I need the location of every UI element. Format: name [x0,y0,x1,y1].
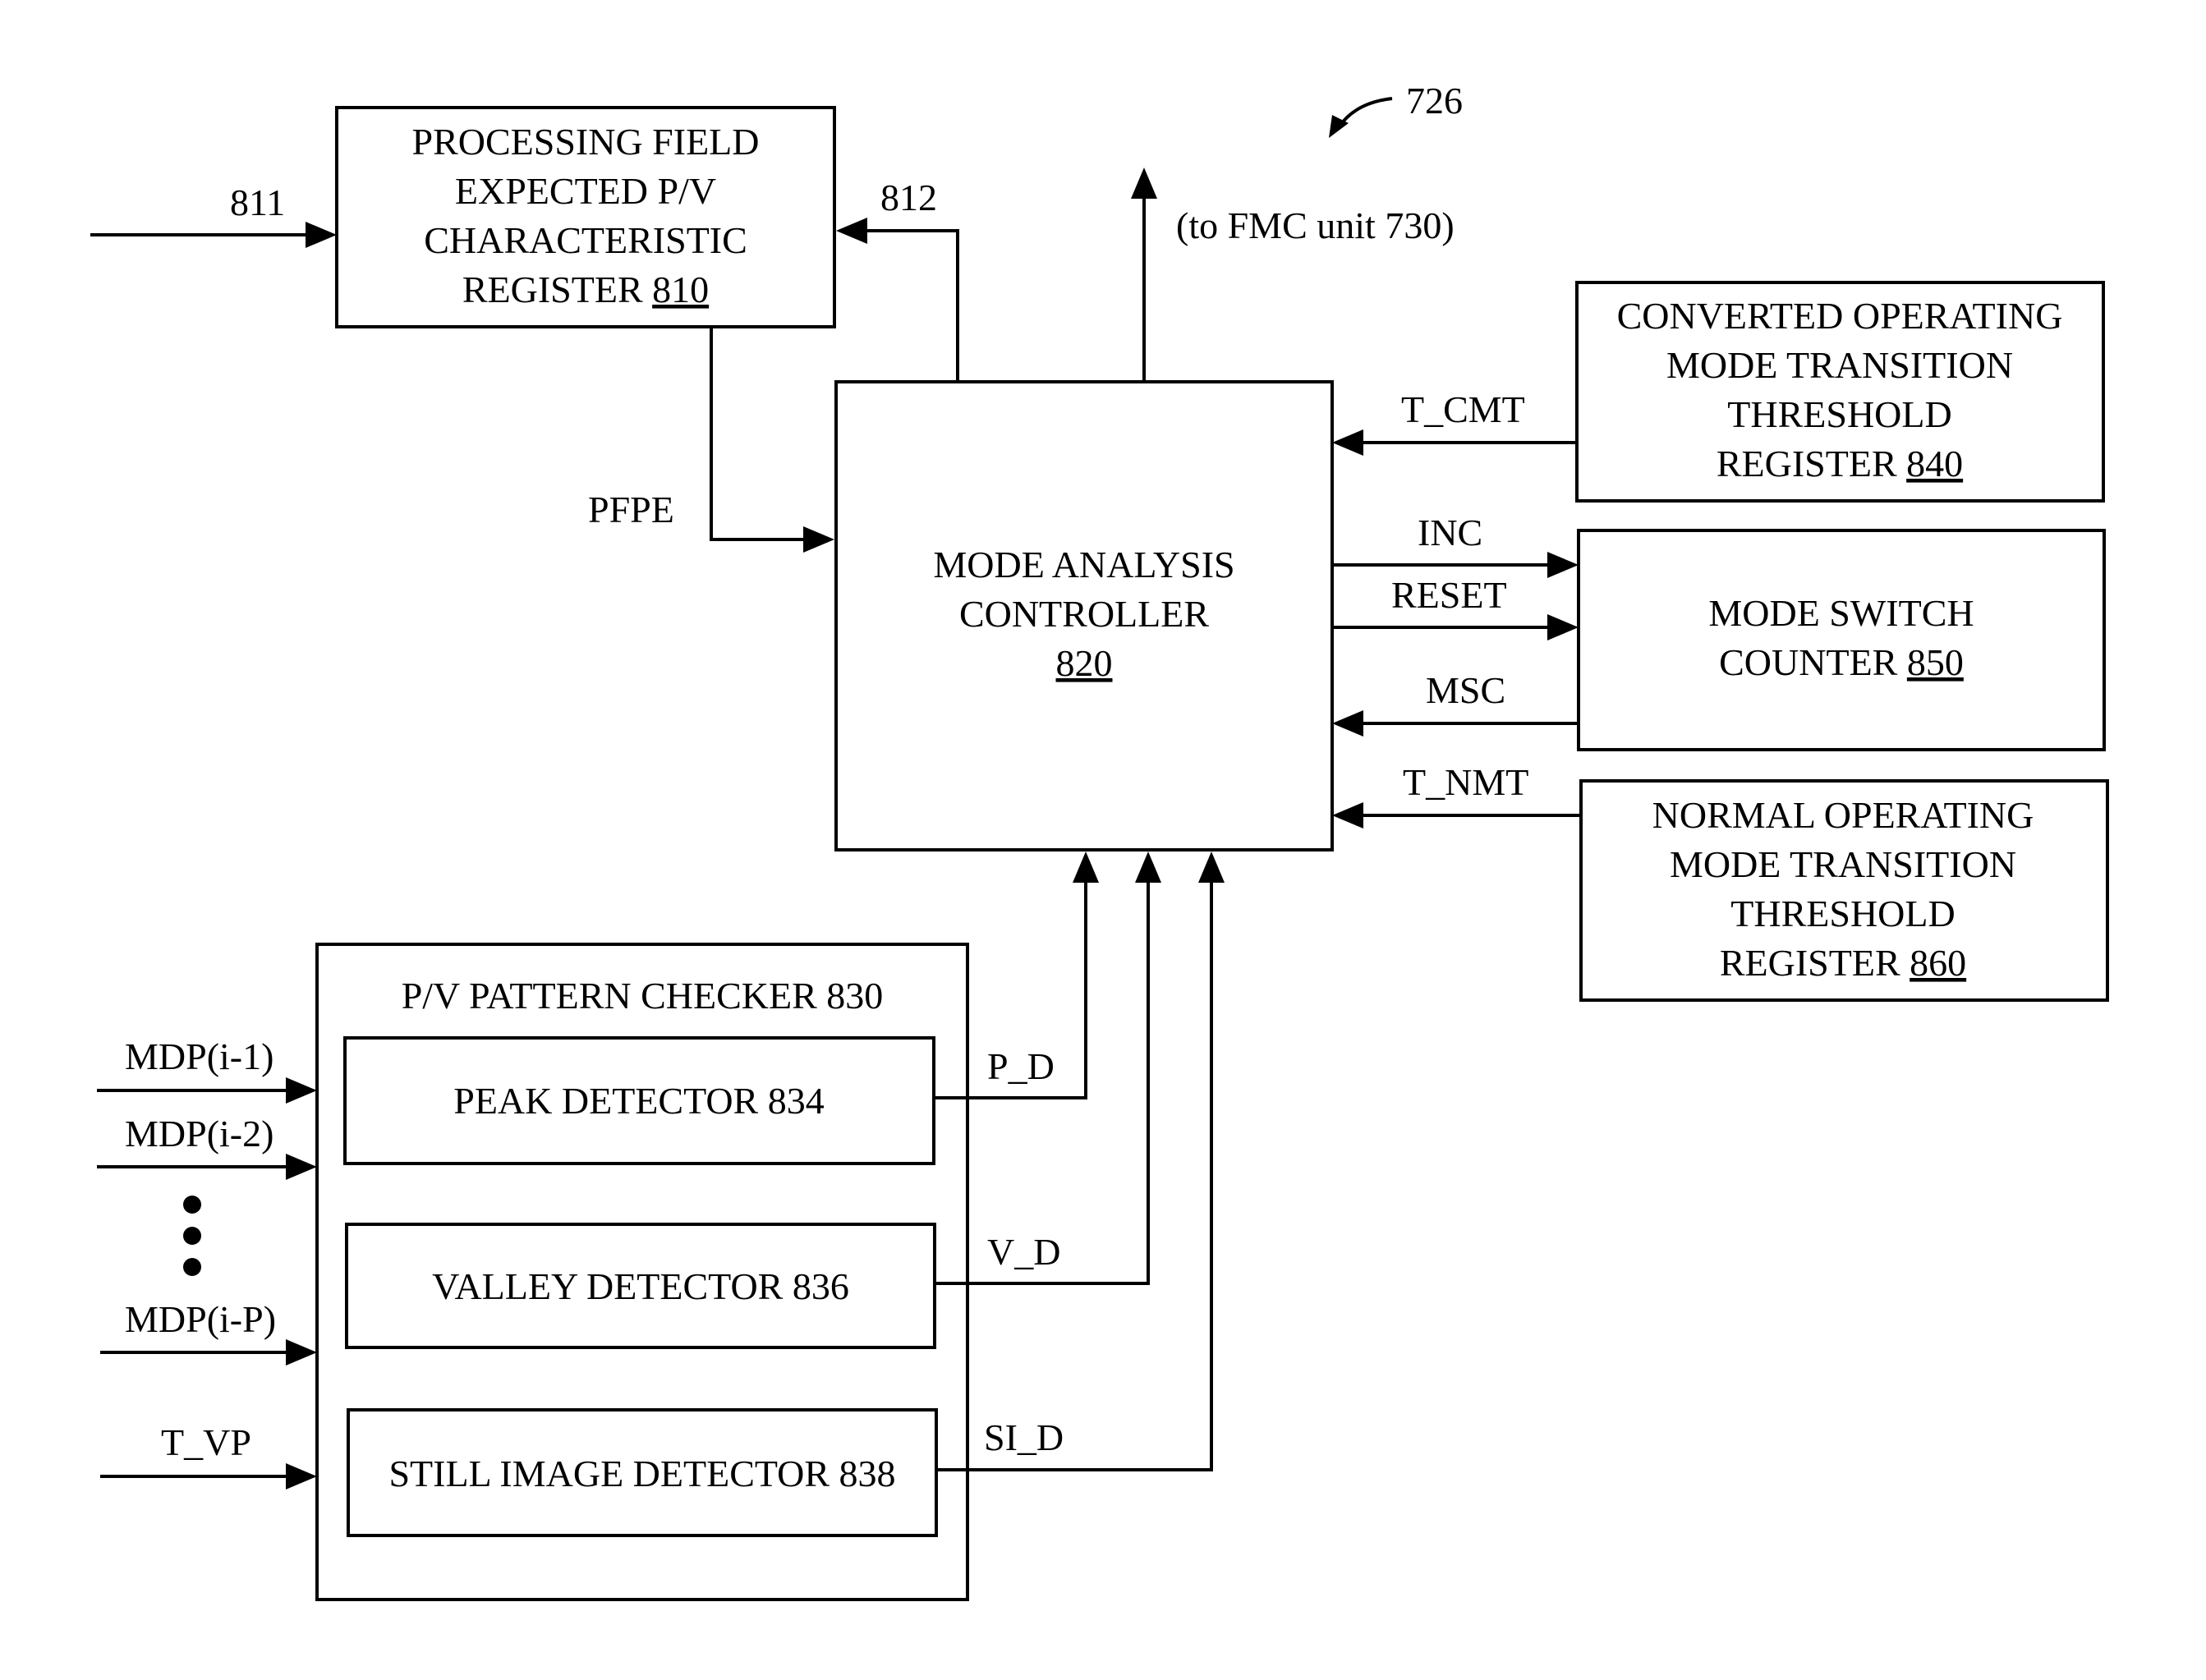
register-860-line-2: MODE TRANSITION [1670,843,2016,885]
signal-811-label: 811 [230,181,285,223]
signal-msc-arrowhead-icon [1332,710,1363,737]
ellipsis-icon [183,1196,201,1276]
signal-pfpe: PFPE [588,327,834,553]
signal-mdp-1-label: MDP(i-1) [125,1035,273,1077]
still-image-detector-838: STILL IMAGE DETECTOR 838 [347,1408,938,1537]
signal-811: 811 [90,181,337,248]
still-image-detector-838-label: STILL IMAGE DETECTOR 838 [388,1453,895,1494]
peak-detector-834-label: PEAK DETECTOR 834 [453,1080,825,1122]
counter-850-box [1577,529,2106,751]
register-860-line-3: THRESHOLD [1730,893,1955,934]
signal-t-nmt-arrowhead-icon [1332,802,1363,829]
signal-reset-label: RESET [1391,574,1507,616]
valley-detector-836: VALLEY DETECTOR 836 [345,1223,936,1349]
register-860-line-4: REGISTER 860 [1720,942,1966,984]
register-810-line-4-text: REGISTER [462,269,652,310]
signal-mdp-p: MDP(i-P) [100,1298,317,1366]
ellipsis-dot-3 [183,1258,201,1276]
signal-mdp-2-label: MDP(i-2) [125,1113,273,1154]
register-840-line-2: MODE TRANSITION [1666,344,2013,386]
register-860-ref: 860 [1910,942,1966,984]
counter-850-line-2-text: COUNTER [1719,641,1907,683]
signal-t-cmt: T_CMT [1332,388,1577,456]
signal-pfpe-wire [710,327,809,541]
signal-si-d-label: SI_D [984,1416,1064,1458]
signal-v-d-label: V_D [987,1231,1060,1273]
register-810-line-3: CHARACTERISTIC [424,219,747,261]
controller-820: MODE ANALYSIS CONTROLLER 820 [834,380,1334,851]
controller-820-ref: 820 [1056,642,1113,684]
signal-pfpe-arrowhead-icon [803,526,834,553]
register-860-line-1: NORMAL OPERATING [1652,794,2034,836]
block-diagram: 726 PROCESSING FIELD EXPECTED P/V CHARAC… [90,80,2109,1601]
register-810-line-1: PROCESSING FIELD [411,121,759,163]
controller-820-line-1: MODE ANALYSIS [933,544,1234,585]
reference-726: 726 [1329,80,1463,138]
counter-850-line-1: MODE SWITCH [1708,592,1974,634]
signal-mdp-1: MDP(i-1) [97,1035,317,1104]
signal-si-d-wire [936,880,1213,1471]
signal-mdp-p-arrowhead-icon [286,1339,317,1366]
checker-830-title: P/V PATTERN CHECKER 830 [402,975,884,1017]
signal-t-vp: T_VP [100,1421,317,1490]
signal-t-cmt-label: T_CMT [1401,388,1525,430]
counter-850: MODE SWITCH COUNTER 850 [1577,529,2106,751]
signal-t-vp-arrowhead-icon [286,1463,317,1490]
signal-si-d: SI_D [936,851,1225,1471]
output-to-fmc-label: (to FMC unit 730) [1176,204,1455,246]
register-810: PROCESSING FIELD EXPECTED P/V CHARACTERI… [335,106,836,328]
register-810-line-4: REGISTER 810 [462,269,709,310]
register-860: NORMAL OPERATING MODE TRANSITION THRESHO… [1579,779,2109,1002]
signal-mdp-2: MDP(i-2) [97,1113,317,1180]
output-to-fmc-arrowhead-icon [1131,168,1157,199]
signal-812-label: 812 [880,177,937,218]
signal-812: 812 [836,177,959,382]
register-840-line-4-text: REGISTER [1717,443,1906,484]
signal-p-d-label: P_D [987,1045,1055,1087]
peak-detector-834: PEAK DETECTOR 834 [343,1036,935,1165]
signal-si-d-arrowhead-icon [1198,851,1225,883]
ellipsis-dot-1 [183,1196,201,1214]
register-840-line-4: REGISTER 840 [1717,443,1963,484]
register-810-line-2: EXPECTED P/V [455,170,716,212]
signal-mdp-p-label: MDP(i-P) [125,1298,276,1340]
signal-inc-label: INC [1418,512,1482,553]
controller-820-line-2: CONTROLLER [959,593,1209,635]
signal-reset-arrowhead-icon [1547,614,1579,640]
register-840-line-1: CONVERTED OPERATING [1617,295,2063,337]
register-860-line-4-text: REGISTER [1720,942,1910,984]
signal-812-arrowhead-icon [836,218,867,244]
valley-detector-836-label: VALLEY DETECTOR 836 [432,1265,849,1307]
signal-inc: INC [1332,512,1579,578]
signal-t-nmt-label: T_NMT [1403,761,1528,803]
counter-850-ref: 850 [1907,641,1964,683]
ellipsis-dot-2 [183,1227,201,1245]
signal-p-d-arrowhead-icon [1073,851,1099,883]
output-to-fmc: (to FMC unit 730) [1131,168,1455,382]
signal-t-nmt: T_NMT [1332,761,1581,829]
register-840-ref: 840 [1906,443,1963,484]
reference-label: 726 [1406,80,1463,122]
signal-812-wire [861,229,959,382]
signal-msc: MSC [1332,669,1579,737]
counter-850-line-2: COUNTER 850 [1719,641,1964,683]
signal-v-d-arrowhead-icon [1135,851,1161,883]
signal-pfpe-label: PFPE [588,489,674,530]
signal-reset: RESET [1332,574,1579,640]
signal-mdp-2-arrowhead-icon [286,1154,317,1180]
signal-t-cmt-arrowhead-icon [1332,429,1363,456]
signal-811-arrowhead-icon [306,222,337,248]
register-810-ref: 810 [652,269,709,310]
register-840: CONVERTED OPERATING MODE TRANSITION THRE… [1575,281,2105,503]
signal-mdp-1-arrowhead-icon [286,1077,317,1104]
signal-t-vp-label: T_VP [161,1421,251,1463]
signal-inc-arrowhead-icon [1547,552,1579,578]
register-840-line-3: THRESHOLD [1727,393,1951,435]
signal-msc-label: MSC [1426,669,1505,711]
